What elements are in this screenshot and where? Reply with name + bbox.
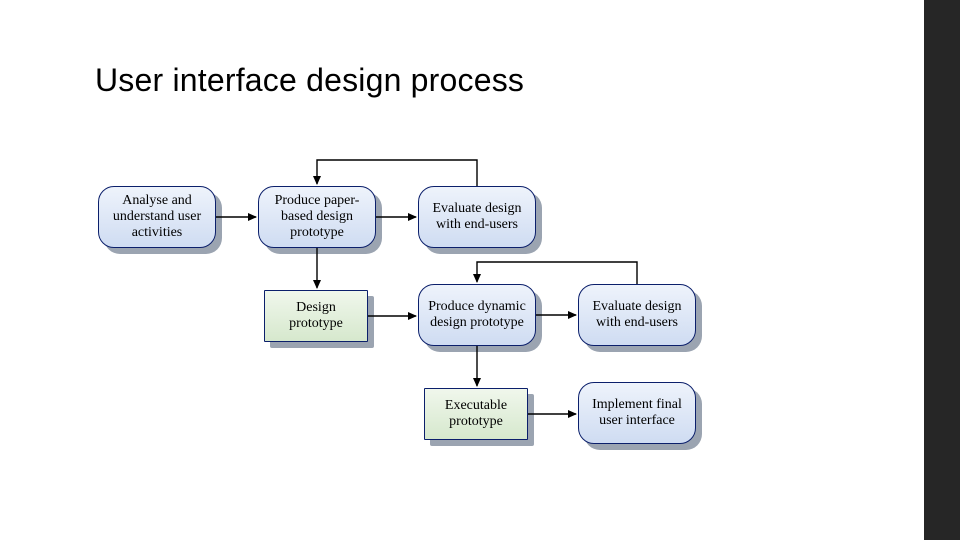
arrow-eval1-paper-feedback [317,160,477,186]
diagram-canvas: Analyse and understand user activities P… [0,0,960,540]
node-label: Evaluate design with end-users [585,299,689,331]
arrow-eval2-dynamic-feedback [477,262,637,284]
node-label: Executable prototype [431,398,521,430]
node-label: Produce paper-based design prototype [265,193,369,241]
node-label: Implement final user interface [585,397,689,429]
arrows-layer [0,0,960,540]
slide-sidebar [924,0,960,540]
node-label: Evaluate design with end-users [425,201,529,233]
node-label: Design prototype [271,300,361,332]
node-label: Produce dynamic design prototype [425,299,529,331]
node-label: Analyse and understand user activities [105,193,209,241]
